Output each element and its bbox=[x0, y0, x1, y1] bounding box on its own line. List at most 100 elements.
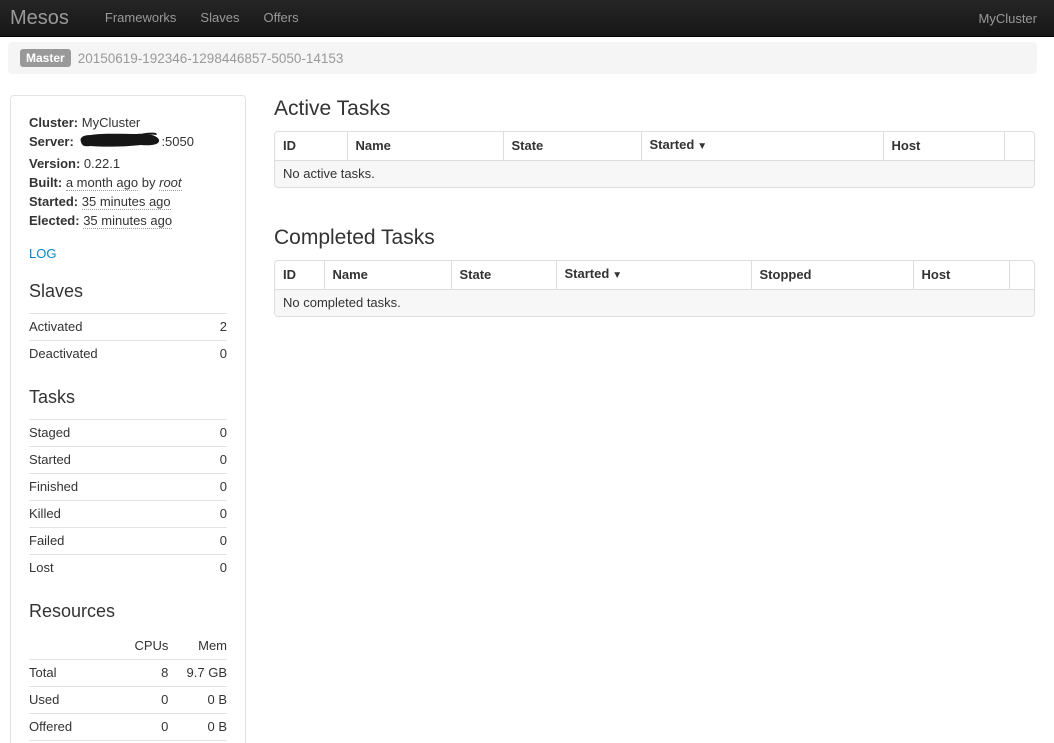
info-started: Started: 35 minutes ago bbox=[29, 192, 227, 211]
redaction-scribble-icon bbox=[77, 132, 161, 154]
log-link[interactable]: LOG bbox=[29, 246, 56, 261]
slaves-deactivated-label: Deactivated bbox=[29, 341, 208, 368]
info-elected-label: Elected: bbox=[29, 213, 80, 228]
completed-col-state[interactable]: State bbox=[451, 261, 556, 290]
completed-tasks-empty-message: No completed tasks. bbox=[275, 290, 1035, 317]
tasks-started-value: 0 bbox=[202, 447, 227, 474]
completed-col-stopped[interactable]: Stopped bbox=[751, 261, 913, 290]
tasks-staged-label: Staged bbox=[29, 420, 202, 447]
completed-tasks-table: ID Name State Started▼ Stopped Host No c… bbox=[275, 261, 1035, 316]
info-cluster-value: MyCluster bbox=[82, 115, 141, 130]
completed-tasks-section: Completed Tasks ID Name State Started▼ S… bbox=[274, 224, 1035, 317]
table-row: CPUs Mem bbox=[29, 633, 227, 660]
active-col-id[interactable]: ID bbox=[275, 132, 347, 161]
master-badge: Master bbox=[20, 49, 71, 67]
table-row: Offered 0 0 B bbox=[29, 714, 227, 741]
info-cluster: Cluster: MyCluster bbox=[29, 113, 227, 132]
table-row: No completed tasks. bbox=[275, 290, 1035, 317]
completed-col-actions bbox=[1009, 261, 1035, 290]
tasks-failed-value: 0 bbox=[202, 528, 227, 555]
slaves-table: Activated 2 Deactivated 0 bbox=[29, 313, 227, 367]
nav-link-slaves[interactable]: Slaves bbox=[188, 0, 251, 36]
slaves-section: Slaves Activated 2 Deactivated 0 bbox=[29, 278, 227, 367]
navbar-menu: Frameworks Slaves Offers bbox=[93, 0, 311, 36]
active-tasks-table: ID Name State Started▼ Host No active ta… bbox=[275, 132, 1035, 187]
tasks-killed-value: 0 bbox=[202, 501, 227, 528]
completed-col-name[interactable]: Name bbox=[324, 261, 451, 290]
active-tasks-title: Active Tasks bbox=[274, 95, 1035, 122]
completed-tasks-table-wrap: ID Name State Started▼ Stopped Host No c… bbox=[274, 260, 1035, 317]
resources-table: CPUs Mem Total 8 9.7 GB Used 0 0 B bbox=[29, 633, 227, 743]
table-row: Staged 0 bbox=[29, 420, 227, 447]
table-header-row: ID Name State Started▼ Stopped Host bbox=[275, 261, 1035, 290]
resources-header-mem: Mem bbox=[168, 633, 227, 660]
nav-link-offers[interactable]: Offers bbox=[251, 0, 310, 36]
active-col-started[interactable]: Started▼ bbox=[641, 132, 883, 161]
active-col-host[interactable]: Host bbox=[883, 132, 1004, 161]
info-server-port: :5050 bbox=[161, 134, 194, 149]
resources-header-cpus: CPUs bbox=[106, 633, 169, 660]
info-started-label: Started: bbox=[29, 194, 78, 209]
slaves-activated-value: 2 bbox=[208, 314, 227, 341]
table-row: Lost 0 bbox=[29, 555, 227, 582]
table-row: Failed 0 bbox=[29, 528, 227, 555]
nav-item-offers[interactable]: Offers bbox=[251, 0, 310, 36]
info-built-by: by bbox=[142, 175, 156, 190]
table-row: No active tasks. bbox=[275, 161, 1035, 188]
resources-section: Resources CPUs Mem Total 8 9.7 GB bbox=[29, 598, 227, 743]
sort-desc-icon: ▼ bbox=[697, 141, 707, 152]
info-elected: Elected: 35 minutes ago bbox=[29, 211, 227, 230]
tasks-staged-value: 0 bbox=[202, 420, 227, 447]
table-row: Finished 0 bbox=[29, 474, 227, 501]
sort-desc-icon: ▼ bbox=[612, 270, 622, 281]
slaves-deactivated-value: 0 bbox=[208, 341, 227, 368]
active-tasks-table-wrap: ID Name State Started▼ Host No active ta… bbox=[274, 131, 1035, 188]
info-built-user: root bbox=[159, 175, 181, 191]
slaves-section-title: Slaves bbox=[29, 278, 227, 304]
nav-item-frameworks[interactable]: Frameworks bbox=[93, 0, 189, 36]
info-version: Version: 0.22.1 bbox=[29, 154, 227, 173]
table-header-row: ID Name State Started▼ Host bbox=[275, 132, 1035, 161]
active-tasks-empty-message: No active tasks. bbox=[275, 161, 1035, 188]
tasks-lost-label: Lost bbox=[29, 555, 202, 582]
table-row: Killed 0 bbox=[29, 501, 227, 528]
resources-section-title: Resources bbox=[29, 598, 227, 624]
tasks-table: Staged 0 Started 0 Finished 0 Killed 0 bbox=[29, 419, 227, 581]
active-tasks-section: Active Tasks ID Name State Started▼ Host bbox=[274, 95, 1035, 188]
completed-col-started[interactable]: Started▼ bbox=[556, 261, 751, 290]
active-col-state[interactable]: State bbox=[503, 132, 641, 161]
info-version-value: 0.22.1 bbox=[84, 156, 120, 171]
table-row: Total 8 9.7 GB bbox=[29, 660, 227, 687]
brand-mesos[interactable]: Mesos bbox=[10, 0, 69, 36]
info-started-value: 35 minutes ago bbox=[82, 194, 171, 210]
active-col-started-label: Started bbox=[650, 137, 695, 152]
tasks-failed-label: Failed bbox=[29, 528, 202, 555]
tasks-killed-label: Killed bbox=[29, 501, 202, 528]
resources-used-label: Used bbox=[29, 687, 106, 714]
table-row: Activated 2 bbox=[29, 314, 227, 341]
info-server-label: Server: bbox=[29, 134, 74, 149]
nav-link-frameworks[interactable]: Frameworks bbox=[93, 0, 189, 36]
active-col-name[interactable]: Name bbox=[347, 132, 503, 161]
table-row: Used 0 0 B bbox=[29, 687, 227, 714]
completed-col-id[interactable]: ID bbox=[275, 261, 324, 290]
top-navbar: Mesos Frameworks Slaves Offers MyCluster bbox=[0, 0, 1054, 37]
completed-tasks-title: Completed Tasks bbox=[274, 224, 1035, 251]
master-id: 20150619-192346-1298446857-5050-14153 bbox=[78, 51, 344, 66]
info-server: Server: :5050 bbox=[29, 132, 227, 154]
info-version-label: Version: bbox=[29, 156, 80, 171]
info-built-value: a month ago bbox=[66, 175, 138, 191]
completed-col-host[interactable]: Host bbox=[913, 261, 1009, 290]
resources-total-label: Total bbox=[29, 660, 106, 687]
resources-total-cpus: 8 bbox=[106, 660, 169, 687]
tasks-started-label: Started bbox=[29, 447, 202, 474]
info-built: Built: a month ago by root bbox=[29, 173, 227, 192]
navbar-cluster-name: MyCluster bbox=[978, 11, 1037, 26]
tasks-finished-label: Finished bbox=[29, 474, 202, 501]
slaves-activated-label: Activated bbox=[29, 314, 208, 341]
resources-used-cpus: 0 bbox=[106, 687, 169, 714]
nav-item-slaves[interactable]: Slaves bbox=[188, 0, 251, 36]
resources-offered-cpus: 0 bbox=[106, 714, 169, 741]
tasks-section-title: Tasks bbox=[29, 384, 227, 410]
info-elected-value: 35 minutes ago bbox=[83, 213, 172, 229]
